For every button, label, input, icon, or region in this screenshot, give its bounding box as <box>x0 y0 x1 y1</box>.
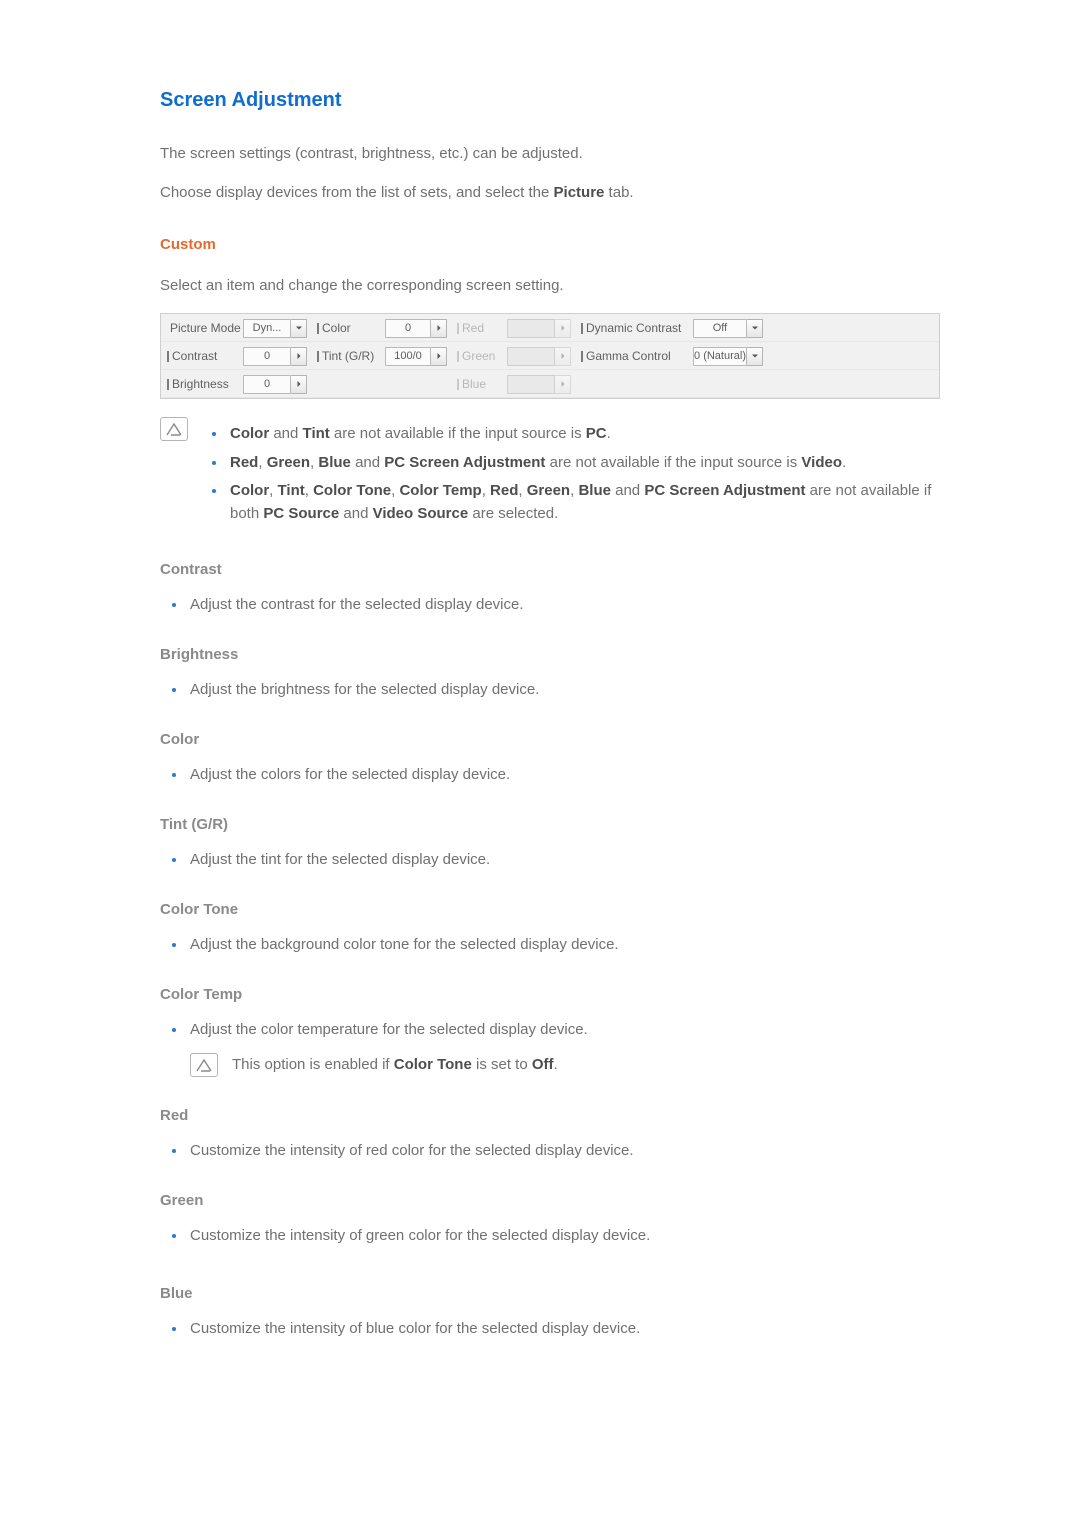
intro-2b: Picture <box>554 184 605 201</box>
label-contrast: Contrast <box>161 342 239 370</box>
label-red: Red <box>451 314 503 342</box>
chevron-down-icon[interactable] <box>291 319 307 338</box>
value-color: 0 <box>385 319 431 338</box>
note-block: Color and Tint are not available if the … <box>160 417 940 531</box>
value-picture-mode: Dyn... <box>243 319 291 338</box>
field-picture-mode[interactable]: Dyn... <box>239 314 311 342</box>
label-picture-mode: Picture Mode <box>161 314 239 342</box>
value-red <box>507 319 555 338</box>
chevron-right-icon[interactable] <box>291 347 307 366</box>
label-color: Color <box>311 314 381 342</box>
field-brightness[interactable]: 0 <box>239 370 311 398</box>
field-contrast[interactable]: 0 <box>239 342 311 370</box>
value-dynamic-contrast: Off <box>693 319 747 338</box>
field-gamma[interactable]: 0 (Natural) <box>689 342 767 370</box>
label-tint: Tint (G/R) <box>311 342 381 370</box>
chevron-right-icon[interactable] <box>431 319 447 338</box>
li-color: Adjust the colors for the selected displ… <box>160 764 940 787</box>
label-green: Green <box>451 342 503 370</box>
subnote-text: This option is enabled if Color Tone is … <box>232 1054 558 1077</box>
note-icon <box>190 1053 218 1077</box>
value-gamma: 0 (Natural) <box>693 347 747 366</box>
chevron-down-icon[interactable] <box>747 319 763 338</box>
field-red <box>503 314 575 342</box>
li-contrast: Adjust the contrast for the selected dis… <box>160 594 940 617</box>
field-dynamic-contrast[interactable]: Off <box>689 314 767 342</box>
h-colortemp: Color Temp <box>160 984 940 1007</box>
label-gamma: Gamma Control <box>575 342 689 370</box>
chevron-right-icon <box>555 375 571 394</box>
field-green <box>503 342 575 370</box>
h-color: Color <box>160 729 940 752</box>
custom-heading: Custom <box>160 234 940 257</box>
h-contrast: Contrast <box>160 559 940 582</box>
chevron-right-icon <box>555 319 571 338</box>
h-brightness: Brightness <box>160 644 940 667</box>
chevron-right-icon[interactable] <box>431 347 447 366</box>
note-icon <box>160 417 188 441</box>
li-colortone: Adjust the background color tone for the… <box>160 934 940 957</box>
value-blue <box>507 375 555 394</box>
label-blue: Blue <box>451 370 503 398</box>
note-list: Color and Tint are not available if the … <box>200 417 940 531</box>
li-red: Customize the intensity of red color for… <box>160 1140 940 1163</box>
h-blue: Blue <box>160 1283 940 1306</box>
li-brightness: Adjust the brightness for the selected d… <box>160 679 940 702</box>
field-color[interactable]: 0 <box>381 314 451 342</box>
intro-2: Choose display devices from the list of … <box>160 182 940 205</box>
note-1: Color and Tint are not available if the … <box>200 423 940 446</box>
custom-desc: Select an item and change the correspond… <box>160 275 940 298</box>
h-red: Red <box>160 1105 940 1128</box>
chevron-down-icon[interactable] <box>747 347 763 366</box>
value-brightness: 0 <box>243 375 291 394</box>
intro-2c: tab. <box>604 184 633 201</box>
chevron-right-icon[interactable] <box>291 375 307 394</box>
settings-panel: Picture Mode Dyn... Color 0 Red Dynamic … <box>160 313 940 399</box>
li-tint: Adjust the tint for the selected display… <box>160 849 940 872</box>
intro-2a: Choose display devices from the list of … <box>160 184 554 201</box>
h-green: Green <box>160 1190 940 1213</box>
label-brightness: Brightness <box>161 370 239 398</box>
subnote-colortemp: This option is enabled if Color Tone is … <box>190 1053 940 1077</box>
li-blue: Customize the intensity of blue color fo… <box>160 1318 940 1341</box>
field-tint[interactable]: 100/0 <box>381 342 451 370</box>
h-tint: Tint (G/R) <box>160 814 940 837</box>
intro-1: The screen settings (contrast, brightnes… <box>160 143 940 166</box>
chevron-right-icon <box>555 347 571 366</box>
note-3: Color, Tint, Color Tone, Color Temp, Red… <box>200 480 940 525</box>
value-tint: 100/0 <box>385 347 431 366</box>
page-title: Screen Adjustment <box>160 85 940 115</box>
note-2: Red, Green, Blue and PC Screen Adjustmen… <box>200 452 940 475</box>
value-contrast: 0 <box>243 347 291 366</box>
li-colortemp: Adjust the color temperature for the sel… <box>160 1019 940 1042</box>
li-green: Customize the intensity of green color f… <box>160 1225 940 1248</box>
h-colortone: Color Tone <box>160 899 940 922</box>
field-blue <box>503 370 575 398</box>
label-dynamic-contrast: Dynamic Contrast <box>575 314 689 342</box>
value-green <box>507 347 555 366</box>
